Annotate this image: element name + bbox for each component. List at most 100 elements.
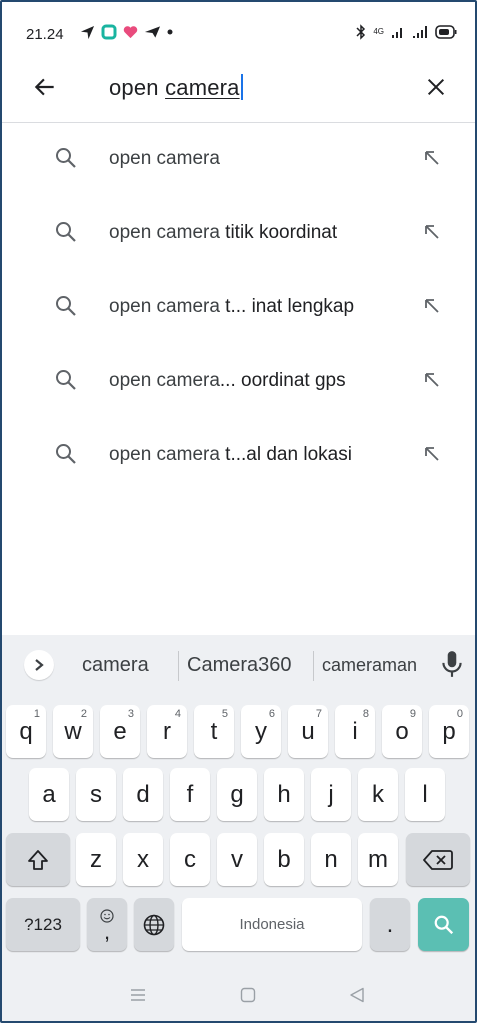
key-q[interactable]: q1	[6, 705, 46, 758]
key-label: Indonesia	[239, 916, 305, 933]
back-icon[interactable]	[349, 987, 365, 1003]
period-key[interactable]: .	[370, 898, 410, 951]
key-p[interactable]: p0	[429, 705, 469, 758]
home-icon[interactable]	[240, 987, 256, 1003]
key-f[interactable]: f	[170, 768, 210, 821]
key-hint: 4	[174, 708, 181, 720]
key-y[interactable]: y6	[241, 705, 281, 758]
key-label: y	[255, 717, 267, 745]
bluetooth-icon	[356, 24, 366, 40]
key-g[interactable]: g	[217, 768, 257, 821]
key-hint: 9	[409, 708, 416, 720]
key-label: h	[277, 780, 291, 808]
key-label: g	[230, 780, 244, 808]
fill-query-arrow-icon[interactable]	[422, 370, 442, 390]
fill-query-arrow-icon[interactable]	[422, 444, 442, 464]
suggestion-item[interactable]: open camera	[2, 124, 475, 198]
key-m[interactable]: m	[358, 833, 398, 886]
key-o[interactable]: o9	[382, 705, 422, 758]
key-label: d	[136, 780, 150, 808]
4g-signal-icon	[392, 28, 402, 38]
key-t[interactable]: t5	[194, 705, 234, 758]
key-r[interactable]: r4	[147, 705, 187, 758]
network-type-label: 4G	[373, 27, 384, 36]
key-x[interactable]: x	[123, 833, 163, 886]
suggestion-divider	[178, 651, 179, 681]
key-k[interactable]: k	[358, 768, 398, 821]
key-label: p	[442, 717, 456, 745]
status-time: 21.24	[26, 26, 64, 43]
key-l[interactable]: l	[405, 768, 445, 821]
suggestion-item[interactable]: open camera t... inat lengkap	[2, 272, 475, 346]
key-hint: 5	[221, 708, 228, 720]
signal-bars-icon	[413, 26, 427, 38]
key-hint: 0	[456, 708, 463, 720]
expand-toolbar-button[interactable]	[24, 650, 54, 680]
suggestion-item[interactable]: open camera titik koordinat	[2, 198, 475, 272]
keyboard-suggestion-strip: camera Camera360 cameraman	[2, 635, 475, 697]
suggestion-prefix: open camera	[109, 148, 220, 169]
recent-apps-icon[interactable]	[130, 988, 146, 1002]
suggestion-prefix: open camera	[109, 222, 220, 243]
keyboard-suggestion[interactable]: Camera360	[187, 654, 292, 677]
key-e[interactable]: e3	[100, 705, 140, 758]
shift-key[interactable]	[6, 833, 70, 886]
key-s[interactable]: s	[76, 768, 116, 821]
suggestion-text: open camera titik koordinat	[109, 222, 337, 244]
search-key[interactable]	[418, 898, 469, 951]
key-b[interactable]: b	[264, 833, 304, 886]
key-label: s	[90, 780, 102, 808]
keyboard-suggestion[interactable]: cameraman	[322, 655, 417, 676]
backspace-key[interactable]	[406, 833, 470, 886]
key-label: j	[328, 780, 334, 808]
key-d[interactable]: d	[123, 768, 163, 821]
key-a[interactable]: a	[29, 768, 69, 821]
search-input[interactable]: open camera	[109, 74, 243, 101]
suggestion-prefix: open camera	[109, 296, 220, 317]
key-w[interactable]: w2	[53, 705, 93, 758]
suggestion-text: open camera	[109, 148, 220, 170]
key-h[interactable]: h	[264, 768, 304, 821]
search-icon	[56, 444, 76, 464]
query-prefix: open	[109, 75, 166, 100]
fill-query-arrow-icon[interactable]	[422, 148, 442, 168]
key-hint: 1	[33, 708, 40, 720]
key-c[interactable]: c	[170, 833, 210, 886]
search-icon	[56, 370, 76, 390]
square-app-icon	[101, 24, 117, 40]
microphone-icon[interactable]	[439, 649, 465, 679]
key-label: i	[352, 717, 358, 745]
clear-icon[interactable]	[425, 76, 447, 98]
key-label: a	[42, 780, 56, 808]
key-n[interactable]: n	[311, 833, 351, 886]
key-label: .	[386, 910, 394, 938]
suggestion-item[interactable]: open camera t...al dan lokasi	[2, 420, 475, 494]
fill-query-arrow-icon[interactable]	[422, 296, 442, 316]
key-hint: 3	[127, 708, 134, 720]
key-i[interactable]: i8	[335, 705, 375, 758]
navigation-arrow-icon	[80, 25, 95, 39]
key-label: f	[186, 780, 194, 808]
key-label: k	[372, 780, 384, 808]
back-arrow-icon[interactable]	[32, 74, 58, 100]
suggestion-text: open camera t... inat lengkap	[109, 296, 354, 318]
key-label: z	[90, 845, 102, 873]
key-u[interactable]: u7	[288, 705, 328, 758]
key-label: c	[184, 845, 196, 873]
key-hint: 7	[315, 708, 322, 720]
search-icon	[56, 222, 76, 242]
language-key[interactable]	[134, 898, 174, 951]
key-v[interactable]: v	[217, 833, 257, 886]
key-j[interactable]: j	[311, 768, 351, 821]
suggestion-text: open camera t...al dan lokasi	[109, 444, 352, 466]
status-bar: 21.24 4G	[2, 2, 475, 56]
suggestion-item[interactable]: open camera... oordinat gps	[2, 346, 475, 420]
space-key[interactable]: Indonesia	[182, 898, 362, 951]
emoji-comma-key[interactable]: ,	[87, 898, 127, 951]
key-label: b	[277, 845, 291, 873]
fill-query-arrow-icon[interactable]	[422, 222, 442, 242]
symbols-key[interactable]: ?123	[6, 898, 80, 951]
key-z[interactable]: z	[76, 833, 116, 886]
keyboard-suggestion[interactable]: camera	[82, 654, 149, 677]
search-icon	[56, 296, 76, 316]
